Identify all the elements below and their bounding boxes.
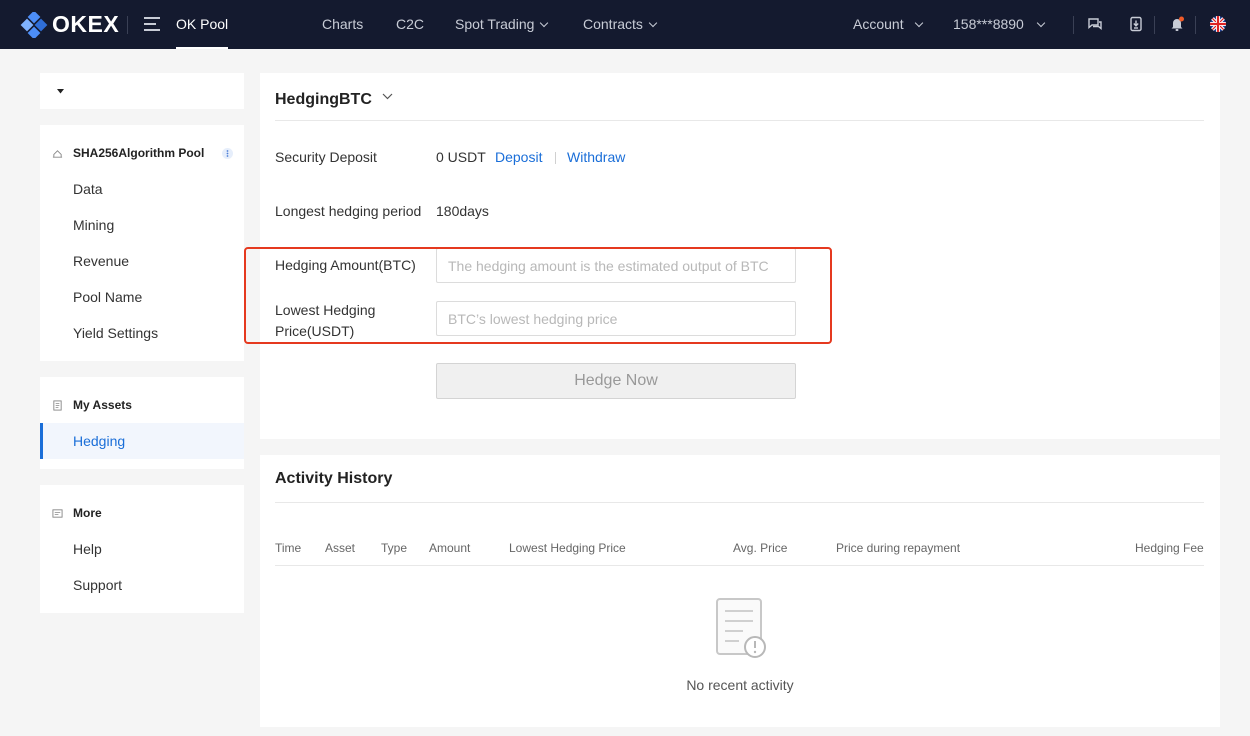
chevron-down-icon [914,18,923,27]
sidebar-more-title: More [73,506,102,520]
security-deposit-value: 0 USDT [436,149,486,165]
sidebar-assets-section: My Assets Hedging [40,377,244,469]
brand-name: OKEX [52,11,120,37]
caret-down-icon [57,89,64,94]
top-nav: OKEX OK Pool Charts C2C Spot Trading Con… [0,0,1250,49]
column-type: Type [381,541,408,555]
nav-divider [1073,16,1074,34]
chevron-down-icon [648,18,658,27]
activity-title: Activity History [275,470,393,487]
column-asset: Asset [325,541,356,555]
hedge-now-button[interactable]: Hedge Now [436,363,796,399]
divider [275,120,1204,121]
hedging-period-label: Longest hedging period [275,203,422,219]
deposit-link[interactable]: Deposit [495,149,542,165]
nav-spot-trading[interactable]: Spot Trading [455,0,549,49]
info-icon[interactable] [222,148,233,159]
sidebar-item-mining[interactable]: Mining [73,217,114,233]
nav-c2c-label: C2C [396,16,425,32]
chevron-down-icon[interactable] [382,93,393,100]
document-icon [53,399,62,411]
sidebar-active-indicator [40,423,244,459]
sidebar-assets-title: My Assets [73,398,132,412]
nav-divider [1195,16,1196,34]
nav-spot-trading-label: Spot Trading [455,16,535,32]
uk-flag-icon[interactable] [1210,16,1226,32]
column-hedging-fee: Hedging Fee [1135,541,1204,555]
withdraw-link[interactable]: Withdraw [567,149,625,165]
nav-divider [127,16,128,34]
hedging-title[interactable]: HedgingBTC [275,91,372,109]
bell-icon[interactable] [1169,16,1185,32]
download-app-icon[interactable] [1128,16,1144,32]
pool-icon [52,149,63,158]
sidebar-pool-header: SHA256Algorithm Pool [52,146,204,160]
sidebar-pool-section: SHA256Algorithm Pool Data Mining Revenue… [40,125,244,361]
chevron-down-icon [540,18,549,27]
nav-charts-label: Charts [322,16,364,32]
sidebar-more-section: More Help Support [40,485,244,613]
nav-account-label: Account [853,16,904,32]
column-amount: Amount [429,541,471,555]
nav-contracts[interactable]: Contracts [583,0,658,49]
empty-state-text: No recent activity [686,677,794,693]
chevron-down-icon [1036,18,1046,27]
column-lowest-hedging-price: Lowest Hedging Price [509,541,626,555]
nav-c2c[interactable]: C2C [396,0,424,49]
table-header-divider [275,565,1204,566]
sidebar-item-support[interactable]: Support [73,577,122,593]
okex-logo-icon [20,11,48,38]
security-deposit-label: Security Deposit [275,149,377,165]
okex-logo[interactable]: OKEX [20,11,119,38]
sidebar-item-data[interactable]: Data [73,181,103,197]
column-time: Time [275,541,302,555]
sidebar-item-revenue[interactable]: Revenue [73,253,129,269]
sidebar-dropdown[interactable] [40,73,244,109]
sidebar-item-help[interactable]: Help [73,541,102,557]
sidebar-assets-header: My Assets [52,398,132,412]
sidebar-item-yield-settings[interactable]: Yield Settings [73,325,158,341]
more-icon [52,508,63,518]
nav-divider [1154,16,1155,34]
chat-icon[interactable] [1087,16,1103,32]
sidebar-item-pool-name[interactable]: Pool Name [73,289,142,305]
highlight-box [244,247,832,344]
sidebar-item-hedging[interactable]: Hedging [73,433,125,449]
menu-icon[interactable] [144,17,160,31]
sidebar-more-header: More [52,506,102,520]
sidebar-pool-title: SHA256Algorithm Pool [73,146,205,160]
divider [275,502,1204,503]
nav-account[interactable]: Account [853,0,923,49]
nav-ok-pool[interactable]: OK Pool [176,0,229,49]
hedging-period-value: 180days [436,203,489,219]
nav-charts[interactable]: Charts [322,0,363,49]
column-avg-price: Avg. Price [733,541,788,555]
nav-user-phone[interactable]: 158***8890 [953,0,1046,49]
column-price-during-repayment: Price during repayment [836,541,961,555]
nav-contracts-label: Contracts [583,16,643,32]
nav-phone-label: 158***8890 [953,16,1024,32]
empty-document-icon [716,598,766,658]
activity-history-panel: Activity History Time Asset Type Amount … [260,455,1220,727]
link-divider [555,152,556,164]
